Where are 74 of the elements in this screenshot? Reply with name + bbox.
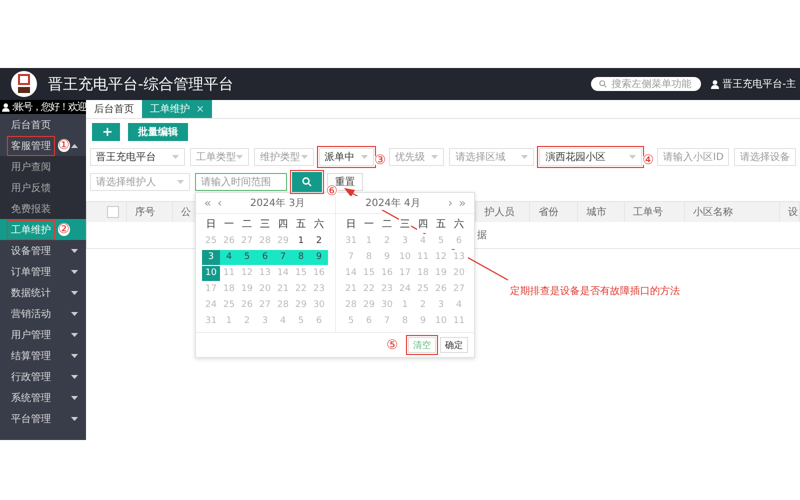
select-all-checkbox[interactable] — [107, 206, 119, 218]
empty-text: 据 — [477, 229, 487, 242]
column-header: 序号 — [126, 202, 173, 222]
input-field[interactable]: 请输入小区ID — [657, 148, 730, 166]
step-number: ⑤ — [386, 338, 398, 352]
column-header: 城市 — [578, 202, 626, 222]
caret-icon — [360, 155, 368, 159]
caret-icon — [521, 155, 528, 159]
sidebar-item[interactable]: 数据统计 — [0, 282, 86, 303]
sidebar-item[interactable]: 工单维护 ② — [0, 219, 86, 240]
user-menu[interactable]: 晋王充电平台-主 — [711, 77, 800, 91]
select-field[interactable]: 请选择区域 — [449, 148, 534, 166]
search-icon — [302, 177, 312, 187]
step-number: ① — [58, 139, 70, 152]
search-field[interactable]: 搜索左侧菜单功能 — [591, 77, 702, 91]
calendar-day[interactable]: 5 — [238, 250, 256, 265]
step-number: ⑥ — [326, 184, 338, 197]
column-header: 工单号 — [625, 202, 686, 222]
input-field[interactable]: 请输入时间范围 — [195, 173, 287, 191]
sidebar-item[interactable]: 客服管理 ① — [0, 135, 86, 156]
caret-icon — [629, 155, 636, 159]
select-field[interactable]: 请选择维护人 — [90, 173, 190, 191]
sidebar-item[interactable]: 用户管理 — [0, 324, 86, 345]
add-button[interactable]: + — [92, 123, 120, 141]
weekday-label: 四 — [417, 217, 429, 233]
search-icon — [599, 80, 608, 88]
calendar-day[interactable]: 10 — [202, 266, 220, 281]
close-icon[interactable]: × — [196, 104, 204, 114]
sidebar-item[interactable]: 营销活动 — [0, 303, 86, 324]
confirm-button[interactable]: 确定 — [440, 337, 468, 353]
calendar-day[interactable]: 6 — [256, 250, 274, 265]
greeting-text: :账号，您好！欢迎 — [0, 100, 86, 114]
user-icon — [711, 80, 720, 88]
batch-edit-button[interactable]: 批量编辑 — [128, 123, 188, 141]
caret-icon — [300, 155, 308, 159]
sidebar-item[interactable]: 用户查阅 — [0, 156, 86, 177]
select-field[interactable]: 请选择设备 — [734, 148, 796, 166]
column-header: 护人员 — [476, 202, 530, 222]
sidebar-item[interactable]: 结算管理 — [0, 345, 86, 366]
step-number: ③ — [374, 154, 386, 167]
annotation-note: 定期排查是设备是否有故障插口的方法 — [510, 284, 680, 298]
calendar-day[interactable]: 9 — [310, 250, 328, 265]
calendar-day[interactable]: 4 — [220, 250, 238, 265]
calendar-day[interactable]: 3 — [202, 250, 220, 265]
step-number: ④ — [642, 154, 654, 167]
step-number: ② — [58, 223, 70, 236]
calendar-day[interactable]: 7 — [274, 250, 292, 265]
caret-icon — [236, 155, 244, 159]
calendar-day[interactable]: 8 — [292, 250, 310, 265]
sidebar-item[interactable]: 行政管理 — [0, 366, 86, 387]
caret-icon — [177, 180, 184, 184]
sidebar-item[interactable]: 用户反馈 — [0, 177, 86, 198]
select-field[interactable]: 晋王充电平台 — [90, 148, 185, 166]
caret-icon — [172, 155, 179, 159]
sidebar-item[interactable]: 系统管理 — [0, 387, 86, 408]
caret-icon — [431, 155, 438, 159]
select-field[interactable]: 工单类型 — [190, 148, 250, 166]
user-icon — [2, 102, 10, 112]
logo-icon — [10, 70, 38, 98]
calendar-day[interactable]: 5 — [432, 234, 450, 249]
app-title: 晋王充电平台-综合管理平台 — [48, 74, 234, 94]
select-field[interactable]: 维护类型 — [254, 148, 314, 166]
tab[interactable]: 工单维护 × — [142, 100, 212, 118]
column-header: 小区名称 — [685, 202, 780, 222]
sidebar-item[interactable]: 平台管理 — [0, 408, 86, 429]
sidebar-item[interactable]: 后台首页 — [0, 114, 86, 135]
sidebar-item[interactable]: 订单管理 — [0, 261, 86, 282]
sidebar-item[interactable]: 免费报装 — [0, 198, 86, 219]
column-header: 省份 — [530, 202, 578, 222]
column-header: 设 — [780, 202, 800, 222]
clear-button[interactable]: 清空 — [408, 337, 436, 353]
tab[interactable]: 后台首页 — [86, 100, 142, 118]
sidebar-item[interactable]: 设备管理 — [0, 240, 86, 261]
select-field[interactable]: 优先级 — [388, 148, 444, 166]
